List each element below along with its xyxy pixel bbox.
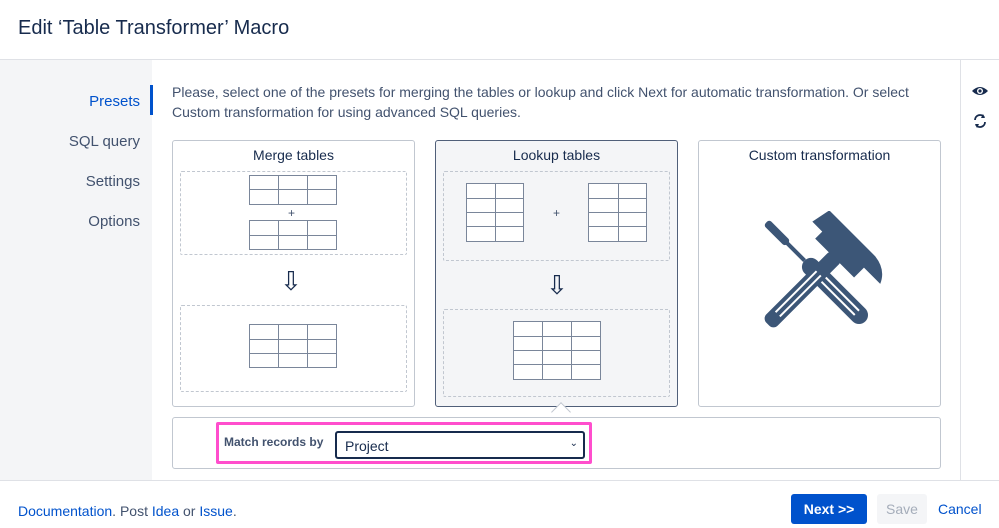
cancel-button[interactable]: Cancel	[938, 501, 982, 517]
dialog-title: Edit ‘Table Transformer’ Macro	[18, 17, 290, 39]
save-button[interactable]: Save	[877, 494, 927, 524]
source-tables-area: +	[180, 171, 407, 255]
next-button[interactable]: Next >>	[791, 494, 867, 524]
source-tables-area: +	[443, 171, 670, 261]
nav-item-presets[interactable]: Presets	[89, 93, 140, 110]
preset-merge-tables[interactable]: Merge tables + ⇩	[172, 140, 415, 407]
source-table-1-icon	[249, 175, 337, 205]
result-table-icon	[513, 321, 601, 380]
source-table-1-icon	[466, 183, 524, 242]
footer-text: . Post	[112, 503, 152, 519]
intro-text: Please, select one of the presets for me…	[172, 84, 909, 120]
documentation-link[interactable]: Documentation	[18, 503, 112, 519]
chevron-down-icon: ⌄	[569, 438, 578, 449]
plus-sign: +	[553, 206, 561, 220]
nav-item-settings[interactable]: Settings	[86, 173, 140, 190]
result-table-area	[443, 309, 670, 397]
source-table-2-icon	[249, 220, 337, 250]
preset-lookup-tables[interactable]: Lookup tables + ⇩	[435, 140, 678, 407]
sidebar-nav: Presets SQL query Settings Options	[0, 60, 152, 480]
idea-link[interactable]: Idea	[152, 503, 179, 519]
dialog-header: Edit ‘Table Transformer’ Macro	[0, 0, 999, 60]
footer-links: Documentation. Post Idea or Issue.	[18, 503, 237, 519]
main-panel: Please, select one of the presets for me…	[160, 60, 960, 480]
arrow-down-icon: ⇩	[546, 270, 568, 300]
source-table-2-icon	[588, 183, 647, 242]
refresh-icon[interactable]	[971, 112, 989, 130]
arrow-down-icon: ⇩	[280, 266, 302, 296]
preset-title: Merge tables	[253, 147, 334, 163]
nav-item-sql-query[interactable]: SQL query	[69, 133, 140, 150]
eye-icon[interactable]	[971, 82, 989, 100]
result-table-area	[180, 305, 407, 392]
match-records-value: Project	[345, 438, 389, 454]
footer-text: .	[232, 503, 237, 519]
match-records-panel: Match records by Project ⌄	[172, 417, 941, 469]
footer-text: or	[179, 503, 200, 519]
right-toolbar	[960, 60, 999, 480]
preset-title: Lookup tables	[512, 147, 601, 163]
match-records-select[interactable]: Project ⌄	[335, 431, 585, 459]
nav-item-options[interactable]: Options	[88, 213, 140, 230]
dialog-footer: Documentation. Post Idea or Issue. Next …	[0, 480, 999, 528]
match-records-label: Match records by	[224, 435, 324, 449]
plus-sign: +	[288, 206, 296, 220]
nav-active-indicator	[150, 85, 153, 115]
preset-custom-transformation[interactable]: Custom transformation	[698, 140, 941, 407]
issue-link[interactable]: Issue	[199, 503, 232, 519]
match-records-highlight: Match records by Project ⌄	[216, 422, 592, 464]
preset-title: Custom transformation	[748, 147, 891, 163]
hammer-screwdriver-icon	[764, 211, 883, 328]
result-table-icon	[249, 324, 337, 368]
